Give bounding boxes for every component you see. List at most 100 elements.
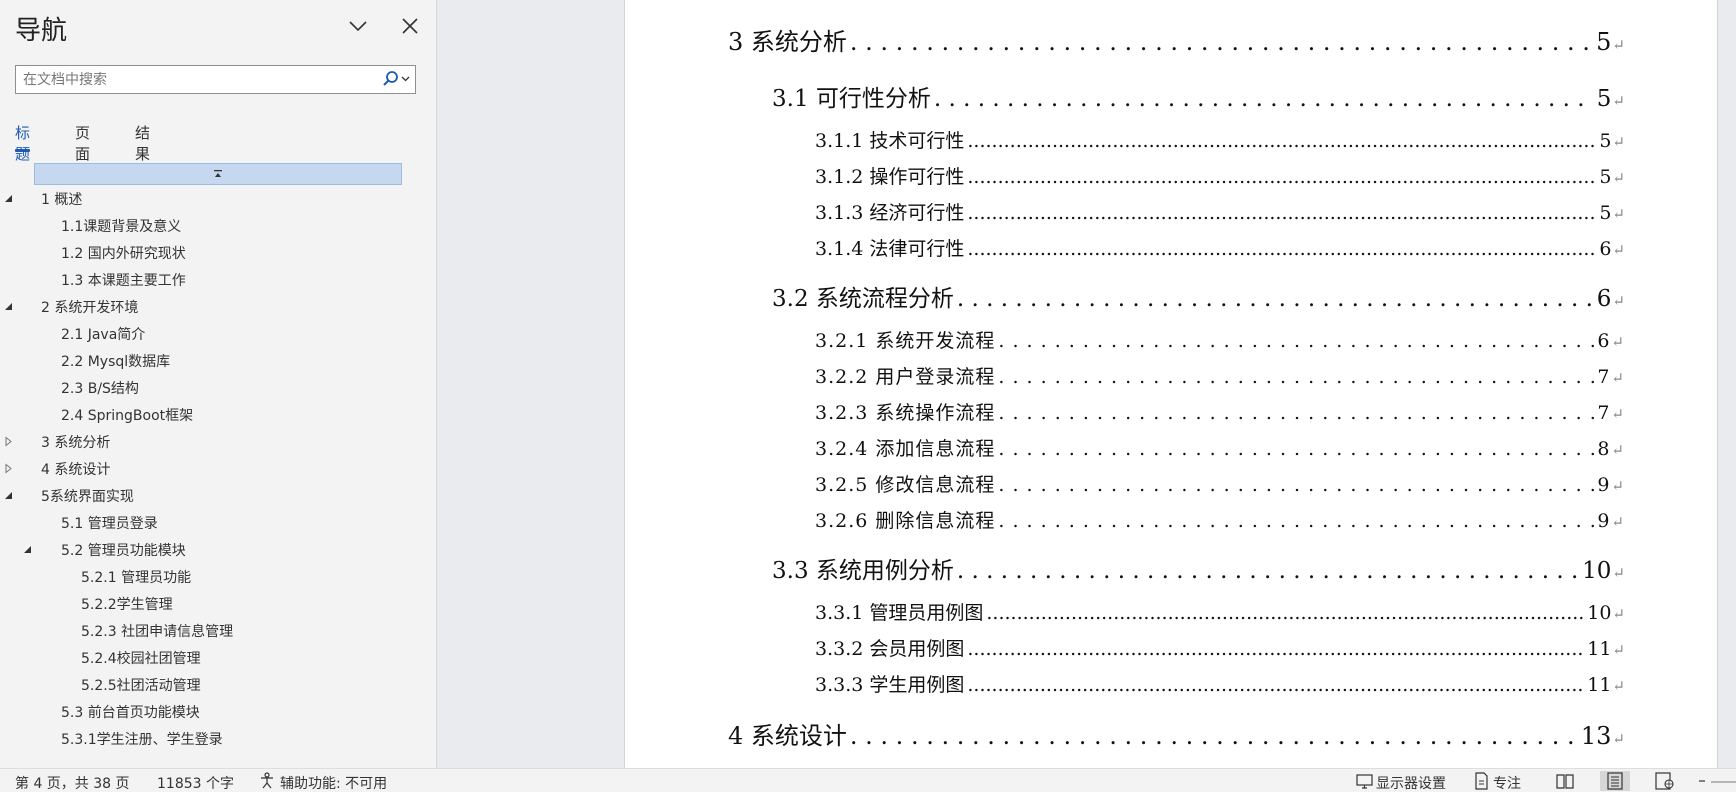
expanded-triangle-icon[interactable] [22,544,33,555]
search-icon[interactable] [379,69,413,90]
collapsed-triangle-icon[interactable] [3,436,14,447]
toc-leader-dots: ........................................… [967,166,1596,188]
toc-entry-title: 3.3.1 管理员用例图 [815,602,984,624]
nav-heading-item[interactable]: 1.2 国内外研究现状 [0,239,436,266]
toc-entry[interactable]: 3.1.1 技术可行性.............................… [815,126,1625,153]
expanded-triangle-icon[interactable] [3,193,14,204]
expanded-triangle-icon[interactable] [3,490,14,501]
focus-icon [1475,772,1488,790]
close-icon[interactable] [398,14,422,38]
nav-heading-item[interactable]: 2.2 Mysql数据库 [0,347,436,374]
toc-entry-title: 3.1 可行性分析 [772,86,931,112]
display-settings-label: 显示器设置 [1376,776,1446,792]
focus-label: 专注 [1493,776,1521,792]
nav-heading-item[interactable]: 5.1 管理员登录 [0,509,436,536]
toc-entry[interactable]: 3.3.2 会员用例图.............................… [815,634,1625,661]
nav-heading-item[interactable]: 2.3 B/S结构 [0,374,436,401]
tab-pages[interactable]: 页面 [75,122,90,163]
tab-results[interactable]: 结果 [135,122,150,163]
nav-heading-item[interactable]: 1.3 本课题主要工作 [0,266,436,293]
nav-heading-item[interactable]: 5系统界面实现 [0,482,436,509]
toc-leader-dots: . . . . . . . . . . . . . . . . . . . . … [933,86,1594,112]
nav-heading-item[interactable]: 1 概述 [0,185,436,212]
search-input[interactable] [23,69,378,90]
nav-heading-label: 5.2.4校园社团管理 [81,651,201,667]
nav-heading-item[interactable]: 5.2.2学生管理 [0,590,436,617]
nav-heading-item[interactable]: 5.2.4校园社团管理 [0,644,436,671]
toc-entry[interactable]: 3.2.6 删除信息流程 . . . . . . . . . . . . . .… [815,506,1625,533]
toc-entry[interactable]: 3.3 系统用例分析 . . . . . . . . . . . . . . .… [772,551,1625,585]
focus-mode-button[interactable]: 专注 [1473,771,1533,792]
nav-heading-item[interactable]: 5.2.3 社团申请信息管理 [0,617,436,644]
toc-entry[interactable]: 3.2.1 系统开发流程 . . . . . . . . . . . . . .… [815,326,1625,353]
toc-entry-page: 5 [1599,166,1612,188]
nav-heading-item[interactable]: 2.4 SpringBoot框架 [0,401,436,428]
nav-heading-item[interactable]: 5.3.1学生注册、学生登录 [0,725,436,752]
nav-heading-item[interactable]: 5.2.1 管理员功能 [0,563,436,590]
paragraph-mark-icon: ↵ [1611,369,1625,387]
toc-entry-page: 9 [1597,510,1611,532]
accessibility-status[interactable]: 辅助功能: 不可用 [258,771,398,792]
toc-entry-page: 13 [1580,722,1612,750]
toc-entry-title: 3.2.2 用户登录流程 [815,366,996,388]
collapsed-triangle-icon[interactable] [3,463,14,474]
nav-heading-item[interactable]: 4 系统设计 [0,455,436,482]
toc-entry[interactable]: 3.2.4 添加信息流程 . . . . . . . . . . . . . .… [815,434,1625,461]
nav-heading-item[interactable]: 5.2.5社团活动管理 [0,671,436,698]
expanded-triangle-icon[interactable] [3,301,14,312]
nav-heading-item[interactable]: 5.2 管理员功能模块 [0,536,436,563]
nav-heading-label: 5.2.2学生管理 [81,597,173,613]
toc-leader-dots: ........................................… [967,674,1584,696]
nav-heading-item[interactable]: 2.1 Java简介 [0,320,436,347]
read-mode-button[interactable] [1555,771,1575,791]
toc-entry[interactable]: 3.2 系统流程分析 . . . . . . . . . . . . . . .… [772,279,1625,313]
paragraph-mark-icon: ↵ [1612,205,1625,223]
toc-entry-title: 3.2.1 系统开发流程 [815,330,996,352]
nav-heading-label: 1.3 本课题主要工作 [61,273,186,289]
toc-entry[interactable]: 3.1.4 法律可行性.............................… [815,234,1625,261]
nav-heading-item[interactable]: 5.3 前台首页功能模块 [0,698,436,725]
nav-heading-label: 1.2 国内外研究现状 [61,246,186,262]
toc-leader-dots: . . . . . . . . . . . . . . . . . . . . … [849,722,1578,750]
toc-entry-page: 5 [1596,86,1612,112]
toc-leader-dots: . . . . . . . . . . . . . . . . . . . . … [956,286,1594,312]
print-layout-button[interactable] [1600,771,1630,791]
toc-leader-dots: . . . . . . . . . . . . . . . . . . . . … [998,474,1594,496]
toc-entry[interactable]: 3.3.1 管理员用例图............................… [815,598,1625,625]
toc-entry[interactable]: 3.1.2 操作可行性.............................… [815,162,1625,189]
word-count-status[interactable]: 11853 个字 [157,773,234,792]
toc-entry-page: 8 [1597,438,1611,460]
toc-entry[interactable]: 4 系统设计 . . . . . . . . . . . . . . . . .… [728,716,1625,751]
web-layout-button[interactable] [1655,771,1675,791]
book-icon [1556,774,1574,789]
nav-heading-item[interactable]: 1.1课题背景及意义 [0,212,436,239]
nav-heading-item[interactable]: 3 系统分析 [0,428,436,455]
nav-heading-label: 2.2 Mysql数据库 [61,354,171,370]
page-count-status[interactable]: 第 4 页，共 38 页 [15,773,130,792]
scroll-to-top-button[interactable] [34,163,402,185]
toc-entry[interactable]: 3.3.3 学生用例图.............................… [815,670,1625,697]
display-settings-button[interactable]: 显示器设置 [1356,771,1456,792]
page-layout-icon [1607,772,1623,790]
tab-headings[interactable]: 标题 [15,122,31,163]
zoom-slider[interactable] [1698,771,1736,791]
toc-entry[interactable]: 3.1 可行性分析 . . . . . . . . . . . . . . . … [772,79,1625,113]
toc-entry[interactable]: 3.2.3 系统操作流程 . . . . . . . . . . . . . .… [815,398,1625,425]
toc-entry-page: 6 [1596,286,1612,312]
toc-entry[interactable]: 3 系统分析 . . . . . . . . . . . . . . . . .… [728,22,1625,57]
nav-heading-label: 5.2.3 社团申请信息管理 [81,624,234,640]
chevron-down-icon[interactable] [346,14,370,38]
toc-entry-title: 3.3.2 会员用例图 [815,638,965,660]
toc-entry[interactable]: 3.2.5 修改信息流程 . . . . . . . . . . . . . .… [815,470,1625,497]
nav-heading-label: 5.3.1学生注册、学生登录 [61,732,223,748]
status-bar: 第 4 页，共 38 页 11853 个字 辅助功能: 不可用 显示器设置 专注 [0,768,1736,792]
document-page[interactable]: 3 系统分析 . . . . . . . . . . . . . . . . .… [624,0,1718,768]
toc-entry[interactable]: 3.1.3 经济可行性.............................… [815,198,1625,225]
paragraph-mark-icon: ↵ [1612,92,1625,110]
paragraph-mark-icon: ↵ [1611,513,1625,531]
toc-entry-title: 4 系统设计 [728,722,847,750]
nav-heading-label: 2.3 B/S结构 [61,381,139,397]
nav-title: 导航 [15,16,68,46]
nav-heading-item[interactable]: 2 系统开发环境 [0,293,436,320]
toc-entry[interactable]: 3.2.2 用户登录流程 . . . . . . . . . . . . . .… [815,362,1625,389]
